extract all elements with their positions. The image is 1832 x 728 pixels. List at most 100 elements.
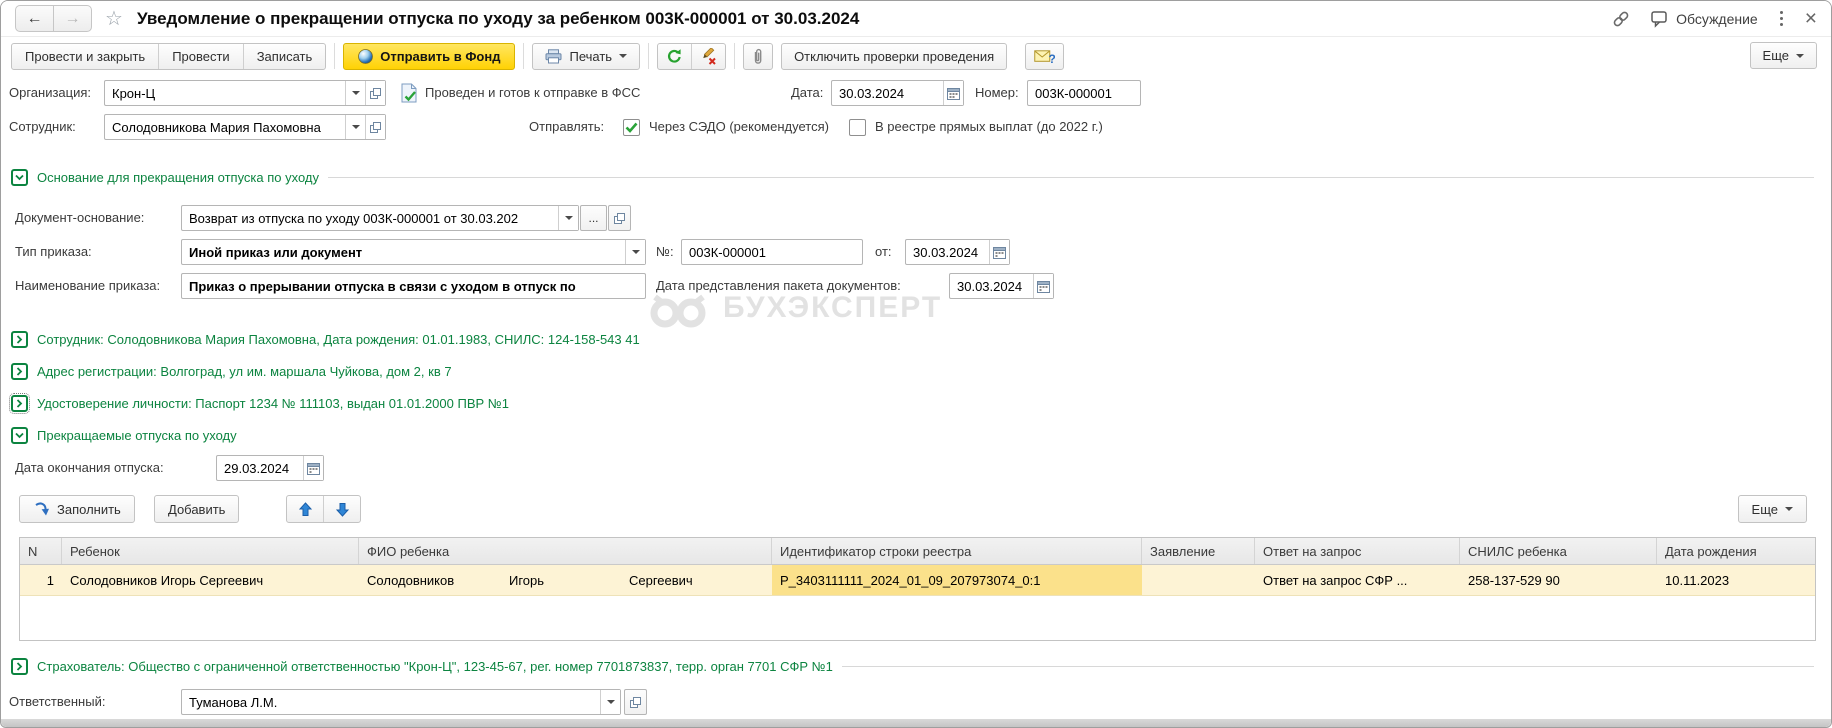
cell-registry-id[interactable]: Р_3403111111_2024_01_09_207973074_0:1 — [772, 565, 1142, 595]
doc-basis-input[interactable]: Возврат из отпуска по уходу 003К-000001 … — [181, 205, 579, 231]
link-icon[interactable] — [1611, 9, 1631, 29]
post-and-close-button[interactable]: Провести и закрыть — [12, 44, 158, 69]
employee-dropdown-button[interactable] — [345, 115, 365, 139]
edit-cancel-icon — [703, 47, 716, 65]
fill-button[interactable]: Заполнить — [19, 495, 135, 523]
order-date-calendar-button[interactable] — [989, 240, 1009, 264]
section-expand-icon[interactable] — [11, 657, 28, 675]
table-row[interactable]: 1 Солодовников Игорь Сергеевич Солодовни… — [20, 565, 1815, 596]
section-expand-icon[interactable] — [9, 392, 30, 414]
help-mail-button[interactable]: ? — [1025, 42, 1065, 70]
move-down-button[interactable] — [323, 496, 360, 522]
package-date-calendar-button[interactable] — [1033, 274, 1053, 298]
col-header-num[interactable]: N — [20, 538, 62, 564]
col-header-response[interactable]: Ответ на запрос — [1255, 538, 1460, 564]
org-dropdown-button[interactable] — [345, 81, 365, 105]
section-expand-icon[interactable] — [11, 362, 28, 380]
save-button[interactable]: Записать — [242, 43, 326, 69]
favorite-star-icon[interactable]: ☆ — [105, 6, 123, 31]
back-icon: ← — [26, 9, 43, 27]
section-leaves-header[interactable]: Прекращаемые отпуска по уходу — [11, 426, 237, 444]
open-icon — [370, 121, 381, 133]
cell-fio[interactable]: Солодовников Игорь Сергеевич — [359, 565, 772, 595]
employee-open-button[interactable] — [365, 115, 385, 139]
section-leaves-title: Прекращаемые отпуска по уходу — [37, 427, 237, 443]
send-fund-icon — [358, 48, 374, 64]
back-button[interactable]: ← — [16, 6, 53, 31]
doc-basis-label: Документ-основание: — [15, 210, 145, 225]
responsible-open-button[interactable] — [624, 689, 647, 715]
doc-basis-choose-button[interactable]: ... — [580, 205, 607, 231]
end-date-input[interactable]: 29.03.2024 — [216, 455, 324, 481]
move-up-button[interactable] — [287, 496, 323, 522]
responsible-input[interactable]: Туманова Л.М. — [181, 689, 621, 715]
section-basis-header[interactable]: Основание для прекращения отпуска по ухо… — [11, 168, 1814, 186]
add-row-button[interactable]: Добавить — [154, 495, 240, 523]
print-button[interactable]: Печать — [532, 42, 641, 70]
end-date-calendar-button[interactable] — [303, 456, 323, 480]
toolbar-more-button[interactable]: Еще — [1749, 42, 1817, 69]
col-header-birth-date[interactable]: Дата рождения — [1657, 538, 1815, 564]
more-vertical-icon[interactable] — [1776, 11, 1787, 26]
open-icon — [614, 212, 625, 224]
section-employee-header[interactable]: Сотрудник: Солодовникова Мария Пахомовна… — [11, 330, 640, 348]
cell-birth-date[interactable]: 10.11.2023 — [1657, 565, 1815, 595]
registry-checkbox[interactable] — [849, 119, 866, 136]
org-input[interactable]: Крон-Ц — [104, 80, 386, 106]
order-name-input[interactable]: Приказ о прерывании отпуска в связи с ух… — [181, 273, 646, 299]
date-input[interactable]: 30.03.2024 — [831, 80, 964, 106]
section-identity-header[interactable]: Удостоверение личности: Паспорт 1234 № 1… — [9, 392, 509, 414]
print-icon — [545, 48, 562, 63]
attachments-button[interactable] — [743, 42, 774, 70]
move-row-group — [286, 495, 361, 523]
cell-snils[interactable]: 258-137-529 90 — [1460, 565, 1657, 595]
order-type-select[interactable]: Иной приказ или документ — [181, 239, 646, 265]
section-expand-icon[interactable] — [11, 330, 28, 348]
cancel-edit-button[interactable] — [691, 43, 725, 69]
table-more-button[interactable]: Еще — [1737, 495, 1807, 523]
col-header-snils[interactable]: СНИЛС ребенка — [1460, 538, 1657, 564]
sedo-checkbox[interactable] — [623, 119, 640, 136]
refresh-button[interactable] — [658, 44, 691, 69]
org-label: Организация: — [9, 85, 92, 100]
cell-application[interactable] — [1142, 565, 1255, 595]
disable-checks-button[interactable]: Отключить проверки проведения — [781, 42, 1008, 70]
order-date-input[interactable]: 30.03.2024 — [905, 239, 1010, 265]
cell-num[interactable]: 1 — [20, 565, 62, 595]
section-address-header[interactable]: Адрес регистрации: Волгоград, ул им. мар… — [11, 362, 452, 380]
section-employee-title: Сотрудник: Солодовникова Мария Пахомовна… — [37, 331, 640, 347]
section-insurer-header[interactable]: Страхователь: Общество с ограниченной от… — [11, 657, 1814, 675]
send-to-fund-button[interactable]: Отправить в Фонд — [343, 42, 516, 70]
doc-basis-open-button[interactable] — [608, 205, 631, 231]
responsible-dropdown-button[interactable] — [600, 690, 620, 714]
forward-button[interactable]: → — [53, 6, 91, 31]
status-text: Проведен и готов к отправке в ФСС — [425, 85, 641, 100]
end-date-label: Дата окончания отпуска: — [15, 460, 164, 475]
calendar-icon — [1037, 280, 1050, 293]
col-header-fio[interactable]: ФИО ребенка — [359, 538, 772, 564]
open-icon — [370, 87, 381, 99]
order-no-input[interactable]: 003К-000001 — [681, 239, 863, 265]
cell-child[interactable]: Солодовников Игорь Сергеевич — [62, 565, 359, 595]
section-collapse-icon[interactable] — [11, 426, 28, 444]
post-button[interactable]: Провести — [158, 43, 243, 69]
date-calendar-button[interactable] — [943, 81, 963, 105]
package-date-input[interactable]: 30.03.2024 — [949, 273, 1054, 299]
send-mode-label: Отправлять: — [529, 119, 605, 134]
cell-last-name: Солодовников — [367, 572, 455, 588]
order-type-dropdown-button[interactable] — [625, 240, 645, 264]
discussion-button[interactable]: Обсуждение — [1649, 10, 1758, 28]
col-header-application[interactable]: Заявление — [1142, 538, 1255, 564]
section-collapse-icon[interactable] — [11, 168, 28, 186]
cell-response[interactable]: Ответ на запрос СФР ... — [1255, 565, 1460, 595]
number-input[interactable]: 003К-000001 — [1027, 80, 1141, 106]
close-icon[interactable]: × — [1805, 8, 1817, 29]
cell-first-name: Игорь — [509, 572, 545, 588]
number-label: Номер: — [975, 85, 1019, 100]
col-header-child[interactable]: Ребенок — [62, 538, 359, 564]
registry-option-label: В реестре прямых выплат (до 2022 г.) — [875, 119, 1103, 134]
doc-basis-dropdown-button[interactable] — [558, 206, 578, 230]
col-header-registry-id[interactable]: Идентификатор строки реестра — [772, 538, 1142, 564]
org-open-button[interactable] — [365, 81, 385, 105]
employee-input[interactable]: Солодовникова Мария Пахомовна — [104, 114, 386, 140]
